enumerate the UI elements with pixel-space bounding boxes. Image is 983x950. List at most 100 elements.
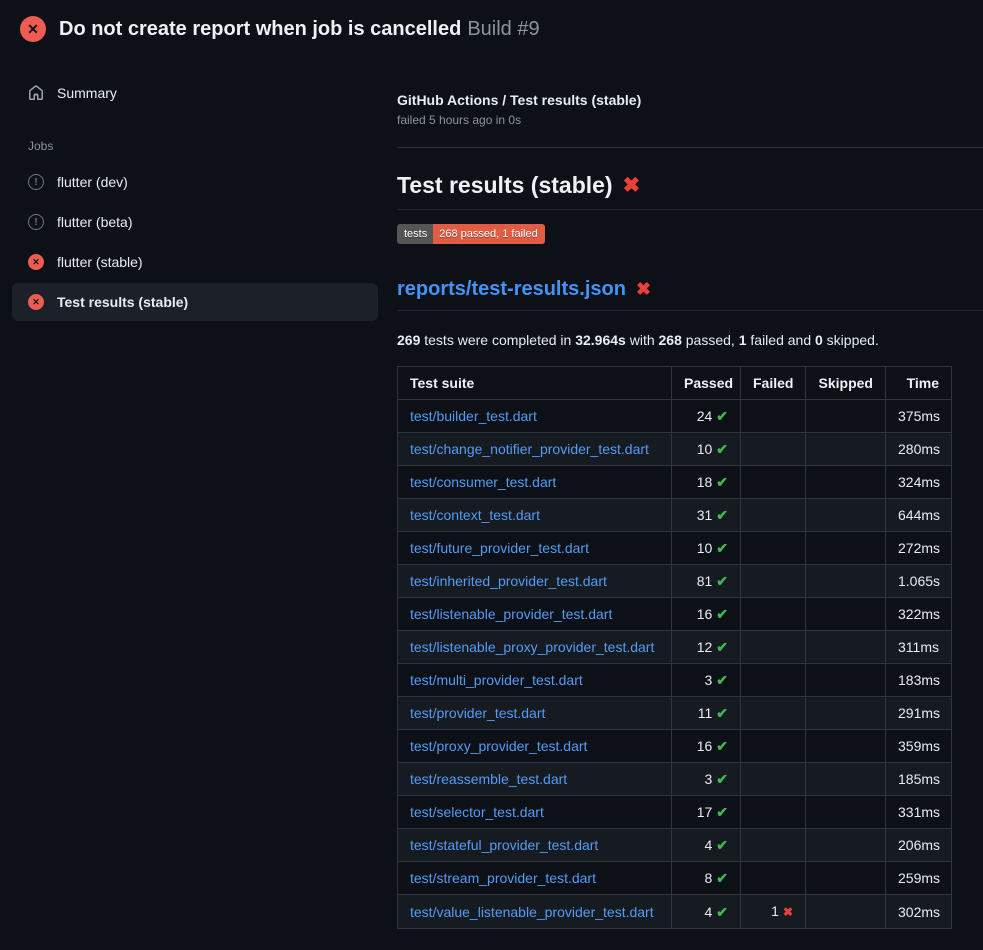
check-icon: ✔ bbox=[716, 904, 728, 920]
check-icon: ✔ bbox=[716, 540, 728, 556]
failed-cell bbox=[741, 433, 806, 466]
suite-link[interactable]: test/selector_test.dart bbox=[410, 804, 544, 820]
skipped-cell bbox=[806, 565, 886, 598]
suite-link[interactable]: test/consumer_test.dart bbox=[410, 474, 556, 490]
column-header-skipped: Skipped bbox=[806, 367, 886, 400]
failed-cell bbox=[741, 730, 806, 763]
neutral-circle-icon: ! bbox=[28, 214, 44, 230]
table-row: test/consumer_test.dart18✔324ms bbox=[398, 466, 952, 499]
suite-link[interactable]: test/stateful_provider_test.dart bbox=[410, 837, 598, 853]
passed-cell: 10✔ bbox=[672, 532, 741, 565]
suite-cell: test/stateful_provider_test.dart bbox=[398, 829, 672, 862]
suite-link[interactable]: test/listenable_proxy_provider_test.dart bbox=[410, 639, 654, 655]
suite-cell: test/stream_provider_test.dart bbox=[398, 862, 672, 895]
divider bbox=[397, 147, 983, 148]
time-cell: 322ms bbox=[886, 598, 952, 631]
passed-cell: 18✔ bbox=[672, 466, 741, 499]
suite-link[interactable]: test/multi_provider_test.dart bbox=[410, 672, 583, 688]
passed-cell: 24✔ bbox=[672, 400, 741, 433]
table-header-row: Test suitePassedFailedSkippedTime bbox=[398, 367, 952, 400]
time-cell: 359ms bbox=[886, 730, 952, 763]
suite-cell: test/multi_provider_test.dart bbox=[398, 664, 672, 697]
cross-mark-icon: ✖ bbox=[623, 173, 641, 198]
tests-badge: tests 268 passed, 1 failed bbox=[397, 224, 545, 244]
sidebar-item-flutter-dev[interactable]: !flutter (dev) bbox=[12, 163, 378, 201]
suite-cell: test/consumer_test.dart bbox=[398, 466, 672, 499]
sidebar-item-test-results-stable[interactable]: ✕ Test results (stable) bbox=[12, 283, 378, 321]
home-icon bbox=[28, 85, 44, 101]
skipped-cell bbox=[806, 829, 886, 862]
x-circle-icon: ✕ bbox=[28, 294, 44, 310]
check-icon: ✔ bbox=[716, 804, 728, 820]
table-row: test/builder_test.dart 24✔ 375ms bbox=[398, 400, 952, 433]
suite-link[interactable]: test/proxy_provider_test.dart bbox=[410, 738, 587, 754]
check-icon: ✔ bbox=[716, 408, 728, 424]
time-cell: 280ms bbox=[886, 433, 952, 466]
failed-cell bbox=[741, 697, 806, 730]
section-title: Test results (stable) ✖ bbox=[397, 172, 983, 210]
table-row: test/change_notifier_provider_test.dart 1… bbox=[398, 433, 952, 466]
table-row: test/future_provider_test.dart 10✔ 272ms bbox=[398, 532, 952, 565]
passed-cell: 10✔ bbox=[672, 433, 741, 466]
suite-cell: test/change_notifier_provider_test.dart bbox=[398, 433, 672, 466]
table-row: test/selector_test.dart17✔331ms bbox=[398, 796, 952, 829]
sidebar-item-flutter-beta[interactable]: !flutter (beta) bbox=[12, 203, 378, 241]
report-title: reports/test-results.json ✖ bbox=[397, 278, 983, 311]
x-circle-icon: ✕ bbox=[28, 254, 44, 270]
x-icon: ✖ bbox=[783, 905, 793, 919]
cross-mark-icon: ✖ bbox=[636, 279, 651, 300]
skipped-cell bbox=[806, 862, 886, 895]
table-row: test/inherited_provider_test.dart81✔1.06… bbox=[398, 565, 952, 598]
time-cell: 311ms bbox=[886, 631, 952, 664]
suite-link[interactable]: test/builder_test.dart bbox=[410, 408, 537, 424]
passed-cell: 16✔ bbox=[672, 598, 741, 631]
table-row: test/context_test.dart31✔644ms bbox=[398, 499, 952, 532]
table-row: test/provider_test.dart11✔291ms bbox=[398, 697, 952, 730]
suite-link[interactable]: test/provider_test.dart bbox=[410, 705, 545, 721]
suite-cell: test/reassemble_test.dart bbox=[398, 763, 672, 796]
table-row: test/value_listenable_provider_test.dart… bbox=[398, 895, 952, 929]
skipped-cell bbox=[806, 730, 886, 763]
failed-cell bbox=[741, 862, 806, 895]
suite-link[interactable]: test/value_listenable_provider_test.dart bbox=[410, 904, 654, 920]
check-icon: ✔ bbox=[716, 771, 728, 787]
sidebar-item-flutter-stable[interactable]: ✕flutter (stable) bbox=[12, 243, 378, 281]
suite-link[interactable]: test/inherited_provider_test.dart bbox=[410, 573, 607, 589]
suite-cell: test/proxy_provider_test.dart bbox=[398, 730, 672, 763]
sidebar-item-summary[interactable]: Summary bbox=[12, 74, 378, 112]
suite-cell: test/context_test.dart bbox=[398, 499, 672, 532]
table-row: test/listenable_provider_test.dart 16✔ 322… bbox=[398, 598, 952, 631]
failed-cell bbox=[741, 796, 806, 829]
check-icon: ✔ bbox=[716, 606, 728, 622]
check-icon: ✔ bbox=[716, 870, 728, 886]
suite-link[interactable]: test/stream_provider_test.dart bbox=[410, 870, 596, 886]
breadcrumb: GitHub Actions / Test results (stable) bbox=[397, 92, 983, 108]
check-icon: ✔ bbox=[716, 474, 728, 490]
failed-cell bbox=[741, 829, 806, 862]
column-header-passed: Passed bbox=[672, 367, 741, 400]
suite-link[interactable]: test/reassemble_test.dart bbox=[410, 771, 567, 787]
summary-label: Summary bbox=[57, 85, 117, 101]
suite-link[interactable]: test/listenable_provider_test.dart bbox=[410, 606, 612, 622]
skipped-cell bbox=[806, 631, 886, 664]
sidebar: Summary Jobs !flutter (dev)!flutter (bet… bbox=[0, 56, 390, 323]
table-row: test/multi_provider_test.dart3✔183ms bbox=[398, 664, 952, 697]
suite-link[interactable]: test/future_provider_test.dart bbox=[410, 540, 589, 556]
skipped-cell bbox=[806, 895, 886, 929]
report-link[interactable]: reports/test-results.json bbox=[397, 278, 626, 301]
suite-link[interactable]: test/context_test.dart bbox=[410, 507, 540, 523]
passed-cell: 12✔ bbox=[672, 631, 741, 664]
run-header: ✕ Do not create report when job is cance… bbox=[0, 0, 983, 56]
job-label: Test results (stable) bbox=[57, 294, 188, 310]
table-row: test/proxy_provider_test.dart16✔359ms bbox=[398, 730, 952, 763]
column-header-failed: Failed bbox=[741, 367, 806, 400]
skipped-cell bbox=[806, 499, 886, 532]
check-icon: ✔ bbox=[716, 837, 728, 853]
suite-link[interactable]: test/change_notifier_provider_test.dart bbox=[410, 441, 649, 457]
suite-cell: test/listenable_provider_test.dart bbox=[398, 598, 672, 631]
time-cell: 375ms bbox=[886, 400, 952, 433]
skipped-cell bbox=[806, 598, 886, 631]
skipped-cell bbox=[806, 400, 886, 433]
neutral-circle-icon: ! bbox=[28, 174, 44, 190]
time-cell: 272ms bbox=[886, 532, 952, 565]
